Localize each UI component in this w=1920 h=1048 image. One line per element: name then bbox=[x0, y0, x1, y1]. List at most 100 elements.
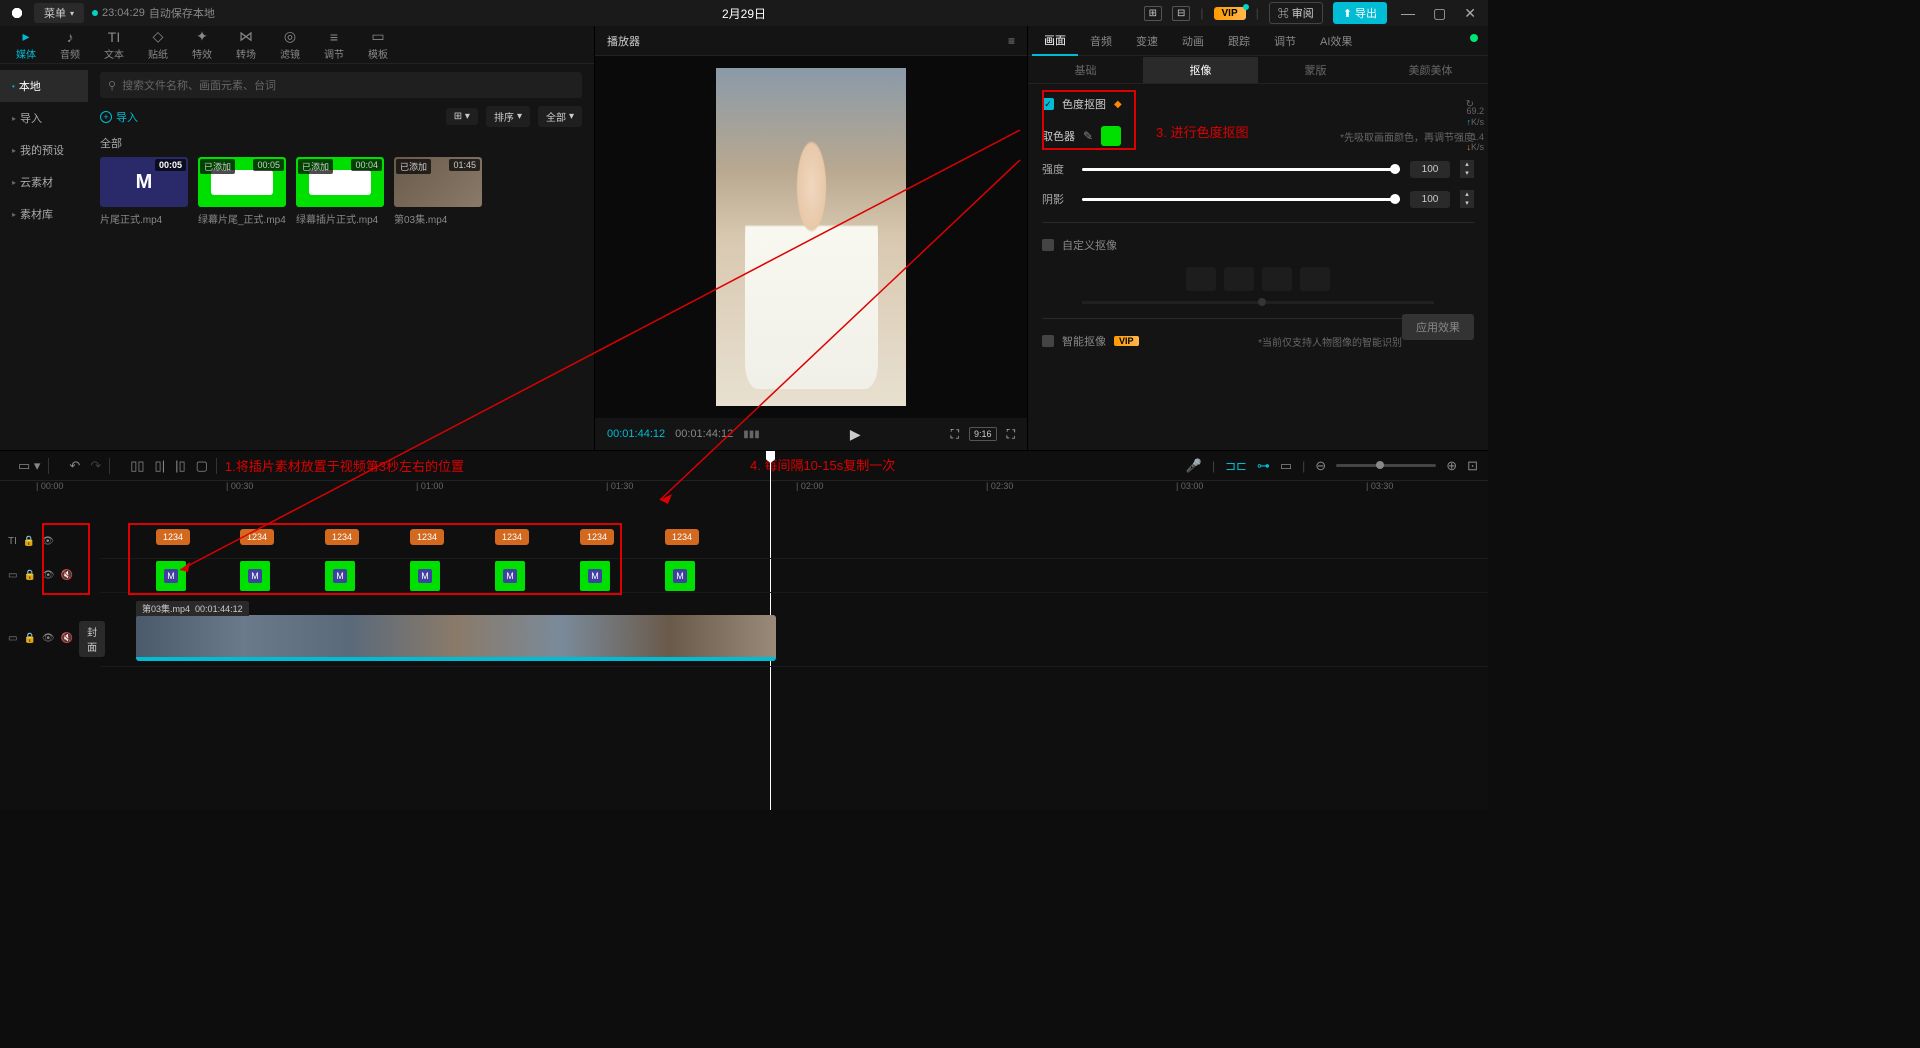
inspector-subtab-基础[interactable]: 基础 bbox=[1028, 57, 1143, 83]
matte-preset-2[interactable] bbox=[1224, 267, 1254, 291]
review-button[interactable]: ⌘ 审阅 bbox=[1269, 2, 1323, 24]
volume-bars-icon[interactable]: ▮▮▮ bbox=[743, 429, 760, 440]
sidebar-item-导入[interactable]: 导入 bbox=[0, 102, 88, 134]
color-swatch[interactable] bbox=[1101, 126, 1121, 146]
sidebar-item-云素材[interactable]: 云素材 bbox=[0, 166, 88, 198]
eyedropper-icon[interactable]: ✎ bbox=[1083, 129, 1093, 143]
view-grid-button[interactable]: ⊞ ▾ bbox=[446, 108, 478, 125]
mute-icon[interactable]: 🔇 bbox=[61, 633, 73, 644]
import-button[interactable]: + 导入 bbox=[100, 109, 138, 125]
search-input[interactable]: ⚲ 搜索文件名称、画面元素、台词 bbox=[100, 72, 582, 98]
text-clip[interactable]: 1234 bbox=[325, 529, 359, 545]
timeline-ruler[interactable]: | 00:00| 00:30| 01:00| 01:30| 02:00| 02:… bbox=[0, 481, 1488, 499]
preview-icon[interactable]: ▭ bbox=[1280, 458, 1292, 474]
media-item[interactable]: M00:05片尾正式.mp4 bbox=[100, 157, 188, 226]
text-clip[interactable]: 1234 bbox=[410, 529, 444, 545]
sort-button[interactable]: 排序 ▾ bbox=[486, 106, 530, 127]
intensity-up[interactable]: ▴ bbox=[1460, 160, 1474, 169]
link-icon[interactable]: ⊶ bbox=[1257, 458, 1270, 474]
inspector-tab-音频[interactable]: 音频 bbox=[1078, 27, 1124, 55]
filter-all-button[interactable]: 全部 ▾ bbox=[538, 106, 582, 127]
tab-调节[interactable]: ≡调节 bbox=[312, 25, 356, 65]
close-icon[interactable]: ✕ bbox=[1460, 5, 1480, 22]
layout-icon-2[interactable]: ⊟ bbox=[1172, 6, 1190, 21]
main-video-clip[interactable]: 第03集.mp4 00:01:44:12 bbox=[136, 615, 776, 661]
media-item[interactable]: 已添加00:05绿幕片尾_正式.mp4 bbox=[198, 157, 286, 226]
overlay-clip[interactable]: M bbox=[665, 561, 695, 591]
aspect-ratio-badge[interactable]: 9:16 bbox=[969, 427, 997, 441]
inspector-subtab-抠像[interactable]: 抠像 bbox=[1143, 57, 1258, 83]
inspector-tab-AI效果[interactable]: AI效果 bbox=[1308, 27, 1364, 55]
lock-icon[interactable]: 🔒 bbox=[23, 633, 35, 644]
layout-icon-1[interactable]: ⊞ bbox=[1144, 6, 1162, 21]
text-clip[interactable]: 1234 bbox=[665, 529, 699, 545]
inspector-tab-画面[interactable]: 画面 bbox=[1032, 26, 1078, 56]
overlay-clip[interactable]: M bbox=[495, 561, 525, 591]
magnet-icon[interactable]: ⊐⊏ bbox=[1225, 458, 1247, 474]
overlay-clip[interactable]: M bbox=[325, 561, 355, 591]
tab-滤镜[interactable]: ◎滤镜 bbox=[268, 25, 312, 65]
tab-音频[interactable]: ♪音频 bbox=[48, 25, 92, 65]
tab-特效[interactable]: ✦特效 bbox=[180, 25, 224, 65]
tab-媒体[interactable]: ▸媒体 bbox=[4, 25, 48, 65]
zoom-in-icon[interactable]: ⊕ bbox=[1446, 458, 1457, 474]
cover-button[interactable]: 封面 bbox=[79, 621, 105, 657]
export-button[interactable]: ⬆ 导出 bbox=[1333, 2, 1387, 24]
cut-left-tool[interactable]: ▯| bbox=[155, 458, 166, 474]
cut-right-tool[interactable]: |▯ bbox=[175, 458, 186, 474]
tab-贴纸[interactable]: ◇贴纸 bbox=[136, 25, 180, 65]
play-button[interactable]: ▶ bbox=[850, 426, 861, 443]
inspector-tab-动画[interactable]: 动画 bbox=[1170, 27, 1216, 55]
player-menu-icon[interactable]: ≡ bbox=[1008, 34, 1015, 48]
fullscreen-icon[interactable]: ⛶ bbox=[1007, 427, 1015, 442]
text-clip[interactable]: 1234 bbox=[495, 529, 529, 545]
zoom-fit-icon[interactable]: ⛶ bbox=[951, 427, 959, 442]
tab-文本[interactable]: TI文本 bbox=[92, 25, 136, 65]
tab-模板[interactable]: ▭模板 bbox=[356, 25, 400, 65]
minimize-icon[interactable]: — bbox=[1397, 5, 1419, 21]
zoom-out-icon[interactable]: ⊖ bbox=[1315, 458, 1326, 474]
matte-preset-1[interactable] bbox=[1186, 267, 1216, 291]
custom-matte-checkbox[interactable] bbox=[1042, 239, 1054, 251]
sidebar-item-我的预设[interactable]: 我的预设 bbox=[0, 134, 88, 166]
text-track[interactable]: TI🔒👁 1234123412341234123412341234 bbox=[100, 525, 1488, 559]
media-item[interactable]: 已添加00:04绿幕插片正式.mp4 bbox=[296, 157, 384, 226]
shadow-value[interactable]: 100 bbox=[1410, 191, 1450, 208]
eye-icon[interactable]: 👁 bbox=[41, 536, 54, 547]
zoom-fit-icon[interactable]: ⊡ bbox=[1467, 458, 1478, 474]
sidebar-item-素材库[interactable]: 素材库 bbox=[0, 198, 88, 230]
inspector-subtab-美颜美体[interactable]: 美颜美体 bbox=[1373, 57, 1488, 83]
inspector-tab-变速[interactable]: 变速 bbox=[1124, 27, 1170, 55]
text-clip[interactable]: 1234 bbox=[580, 529, 614, 545]
smart-matte-checkbox[interactable] bbox=[1042, 335, 1054, 347]
intensity-down[interactable]: ▾ bbox=[1460, 169, 1474, 178]
text-clip[interactable]: 1234 bbox=[240, 529, 274, 545]
lock-icon[interactable]: 🔒 bbox=[23, 536, 35, 547]
redo-button[interactable]: ↷ bbox=[90, 458, 101, 474]
mute-icon[interactable]: 🔇 bbox=[61, 570, 73, 581]
menu-button[interactable]: 菜单 ▾ bbox=[34, 3, 84, 23]
undo-button[interactable]: ↶ bbox=[69, 458, 80, 474]
zoom-slider[interactable] bbox=[1336, 464, 1436, 467]
vip-badge[interactable]: VIP bbox=[1214, 7, 1246, 20]
overlay-clip[interactable]: M bbox=[580, 561, 610, 591]
main-video-track[interactable]: ▭🔒👁🔇封面 第03集.mp4 00:01:44:12 bbox=[100, 611, 1488, 667]
shadow-up[interactable]: ▴ bbox=[1460, 190, 1474, 199]
shadow-slider[interactable] bbox=[1082, 198, 1400, 201]
inspector-subtab-蒙版[interactable]: 蒙版 bbox=[1258, 57, 1373, 83]
eye-icon[interactable]: 👁 bbox=[42, 633, 55, 644]
intensity-value[interactable]: 100 bbox=[1410, 161, 1450, 178]
sidebar-item-本地[interactable]: 本地 bbox=[0, 70, 88, 102]
delete-tool[interactable]: ▢ bbox=[196, 458, 208, 474]
text-clip[interactable]: 1234 bbox=[156, 529, 190, 545]
apply-effect-button[interactable]: 应用效果 bbox=[1402, 314, 1474, 340]
shadow-down[interactable]: ▾ bbox=[1460, 199, 1474, 208]
chroma-key-checkbox[interactable]: ✓ bbox=[1042, 98, 1054, 110]
mic-icon[interactable]: 🎤 bbox=[1186, 458, 1202, 474]
inspector-tab-调节[interactable]: 调节 bbox=[1262, 27, 1308, 55]
inspector-tab-跟踪[interactable]: 跟踪 bbox=[1216, 27, 1262, 55]
overlay-clip[interactable]: M bbox=[410, 561, 440, 591]
split-tool[interactable]: ▯▯ bbox=[130, 458, 144, 474]
maximize-icon[interactable]: ▢ bbox=[1429, 5, 1450, 22]
tab-转场[interactable]: ⋈转场 bbox=[224, 25, 268, 65]
